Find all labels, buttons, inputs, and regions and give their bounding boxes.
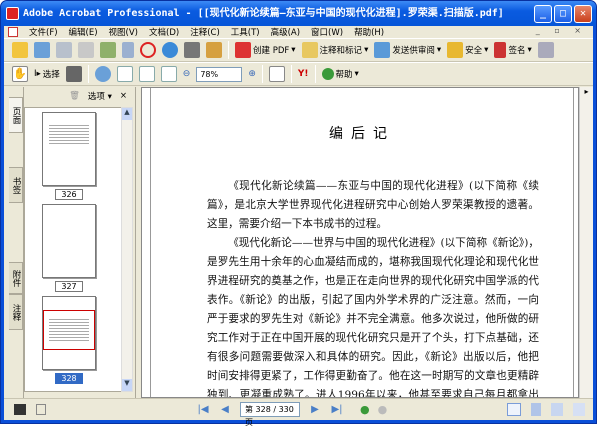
separator <box>314 65 316 83</box>
select-tool-button[interactable]: I▸ 选择 <box>34 68 60 80</box>
document-scrollbar[interactable]: ▸ <box>579 87 593 398</box>
close-button[interactable]: ✕ <box>574 5 592 23</box>
thumbnail-label: 327 <box>55 281 83 292</box>
separator <box>228 41 229 59</box>
menu-advanced[interactable]: 高级(A) <box>271 26 300 38</box>
rotate-icon[interactable] <box>268 66 285 82</box>
web-icon[interactable] <box>162 42 178 58</box>
hand-tool-icon[interactable]: ✋ <box>12 66 28 82</box>
attach-icon[interactable] <box>122 42 134 58</box>
status-bar: |◀ ◀ 第 328 / 330 页 ▶ ▶| ● ● <box>4 398 593 427</box>
thumbnail-327[interactable] <box>42 204 96 278</box>
help-button[interactable]: 帮助 ▾ <box>321 68 359 80</box>
view-area-box[interactable] <box>43 310 95 350</box>
send-review-button[interactable]: 发送供审阅 ▾ <box>374 42 441 58</box>
tab-bookmarks[interactable]: 书签 <box>9 167 23 203</box>
separator <box>290 65 292 83</box>
title-bar: Adobe Acrobat Professional - [[现代化新论续篇—东… <box>1 1 596 26</box>
menu-comments[interactable]: 注释(C) <box>190 26 220 38</box>
trash-icon[interactable]: 🗑 <box>69 91 80 101</box>
last-page-button[interactable]: ▶| <box>330 404 344 415</box>
fit-width-icon[interactable] <box>160 66 177 82</box>
thumbnail-label: 328 <box>55 373 83 384</box>
review-icon <box>374 42 391 58</box>
menu-tools[interactable]: 工具(T) <box>231 26 260 38</box>
fit-page-icon[interactable] <box>138 66 155 82</box>
acrobat-logo-icon <box>6 7 19 20</box>
page-icon[interactable] <box>36 404 46 415</box>
single-page-icon[interactable] <box>507 403 521 416</box>
window-title: Adobe Acrobat Professional - [[现代化新论续篇—东… <box>23 8 504 19</box>
menu-bar: 文件(F) 编辑(E) 视图(V) 文档(D) 注释(C) 工具(T) 高级(A… <box>4 26 593 38</box>
tasks-icon[interactable] <box>100 42 116 58</box>
toolbar-main: 创建 PDF ▾ 注释和标记 ▾ 发送供审阅 ▾ 安全 ▾ 签名 ▾ <box>4 38 593 62</box>
thumbnail-list: 326 327 328 <box>24 107 122 392</box>
tab-attachments[interactable]: 附件 <box>9 262 23 294</box>
chart-icon[interactable] <box>206 42 222 58</box>
comment-icon <box>301 42 318 58</box>
stamp-icon[interactable] <box>140 42 156 58</box>
menu-edit[interactable]: 编辑(E) <box>69 26 98 38</box>
continuous-facing-icon[interactable] <box>573 403 585 416</box>
next-view-icon[interactable]: ● <box>378 403 388 416</box>
continuous-icon[interactable] <box>531 403 541 416</box>
open-icon[interactable] <box>12 42 28 58</box>
facing-icon[interactable] <box>551 403 563 416</box>
tab-pages[interactable]: 页面 <box>9 97 23 133</box>
previous-page-button[interactable]: ◀ <box>218 404 232 415</box>
print-icon[interactable] <box>78 42 94 58</box>
snapshot-icon[interactable] <box>65 66 82 82</box>
zoom-level-input[interactable]: 78% <box>196 66 243 82</box>
thumbnail-326[interactable] <box>42 112 96 186</box>
app-window: Adobe Acrobat Professional - [[现代化新论续篇—东… <box>0 0 597 427</box>
actual-size-icon[interactable] <box>116 66 133 82</box>
pdf-page: 编后记 《现代化新论续篇——东亚与中国的现代化进程》(以下简称《续篇》，是北京大… <box>150 88 574 397</box>
forms-icon[interactable] <box>537 42 554 58</box>
pen-icon <box>494 42 507 58</box>
security-button[interactable]: 安全 ▾ <box>447 42 488 58</box>
page-body: 《现代化新论续篇——东亚与中国的现代化进程》(以下简称《续篇》，是北京大学世界现… <box>207 180 539 398</box>
first-page-button[interactable]: |◀ <box>196 404 210 415</box>
mdi-controls[interactable]: _ ▫ × <box>536 26 587 35</box>
previous-view-icon[interactable]: ● <box>360 403 370 416</box>
menu-help[interactable]: 帮助(H) <box>354 26 384 38</box>
pages-panel: 🗑 选项 ▾ × 326 327 328 ▲ ▼ <box>23 87 135 398</box>
toolbar-view: ✋ I▸ 选择 ⊖ 78% ⊕ Y! 帮助 ▾ <box>4 62 593 86</box>
thumbnail-label: 326 <box>55 189 83 200</box>
panel-close-button[interactable]: × <box>120 91 127 101</box>
options-menu[interactable]: 选项 ▾ <box>88 90 112 102</box>
save-icon[interactable] <box>56 42 72 58</box>
zoom-in-icon[interactable]: ⊕ <box>248 69 256 79</box>
page-heading: 编后记 <box>329 126 395 142</box>
separator <box>87 65 89 83</box>
comment-markup-button[interactable]: 注释和标记 ▾ <box>301 42 368 58</box>
menu-window[interactable]: 窗口(W) <box>311 26 343 38</box>
yahoo-icon[interactable]: Y! <box>298 69 309 79</box>
sign-button[interactable]: 签名 ▾ <box>494 42 532 58</box>
tab-comments[interactable]: 注释 <box>9 294 23 330</box>
separator <box>261 65 263 83</box>
thumbnail-scrollbar[interactable]: ▲ ▼ <box>121 107 133 392</box>
menu-view[interactable]: 视图(V) <box>109 26 138 38</box>
thumbnail-328[interactable] <box>42 296 96 370</box>
create-pdf-button[interactable]: 创建 PDF ▾ <box>235 42 296 58</box>
find-icon[interactable] <box>184 42 200 58</box>
zoom-out-icon[interactable]: ⊖ <box>183 69 191 79</box>
pdf-doc-icon <box>8 27 18 37</box>
organizer-icon[interactable] <box>34 42 50 58</box>
maximize-button[interactable]: □ <box>554 5 572 23</box>
page-number-input[interactable]: 第 328 / 330 页 <box>240 402 300 427</box>
menu-file[interactable]: 文件(F) <box>29 26 58 38</box>
menu-document[interactable]: 文档(D) <box>149 26 179 38</box>
next-page-button[interactable]: ▶ <box>308 404 322 415</box>
help-icon <box>321 68 334 80</box>
zoom-in-tool-icon[interactable] <box>94 66 111 82</box>
navigation-tabs: 页面 书签 附件 注释 <box>9 87 23 398</box>
lock-icon <box>447 42 464 58</box>
screen-icon[interactable] <box>14 404 26 415</box>
document-view: 编后记 《现代化新论续篇——东亚与中国的现代化进程》(以下简称《续篇》，是北京大… <box>141 87 579 398</box>
create-pdf-icon <box>235 42 251 58</box>
minimize-button[interactable]: _ <box>534 5 552 23</box>
